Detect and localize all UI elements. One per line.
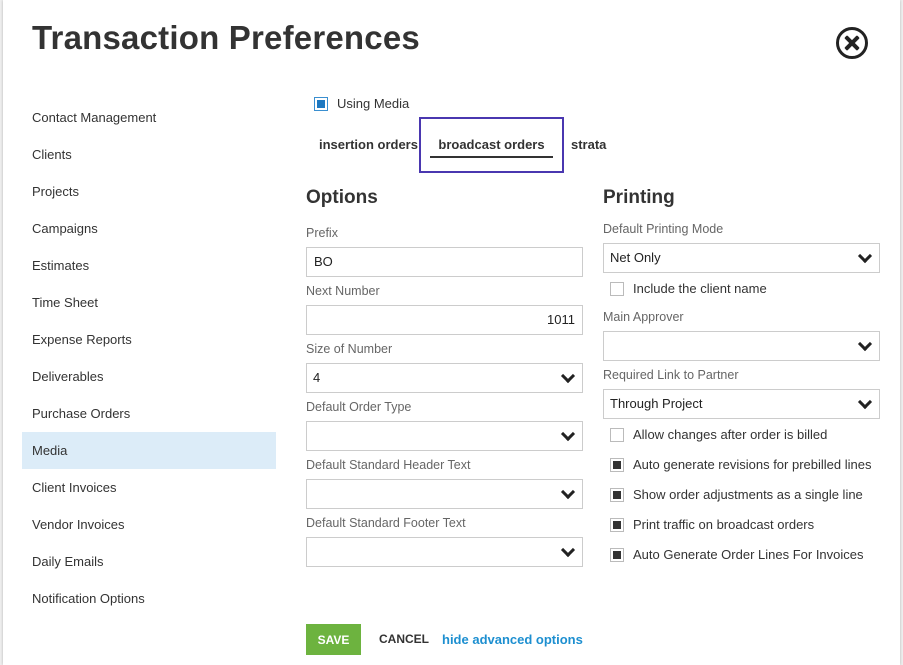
dialog-title: Transaction Preferences [32, 19, 420, 56]
auto-revisions-row[interactable]: Auto generate revisions for prebilled li… [610, 457, 871, 472]
sidebar-item-notification-options[interactable]: Notification Options [22, 580, 276, 617]
link-partner-label: Required Link to Partner [603, 368, 739, 382]
print-traffic-checkbox[interactable] [610, 517, 624, 532]
auto-order-lines-checkbox[interactable] [610, 547, 624, 562]
save-button[interactable]: SAVE [306, 624, 361, 655]
default-order-type-select[interactable] [306, 421, 583, 451]
tab-strata[interactable]: strata [571, 137, 606, 152]
print-traffic-label: Print traffic on broadcast orders [633, 517, 815, 532]
default-order-type-label: Default Order Type [306, 400, 412, 414]
sidebar-item-clients[interactable]: Clients [22, 136, 276, 173]
auto-order-lines-row[interactable]: Auto Generate Order Lines For Invoices [610, 547, 864, 562]
main-approver-select[interactable] [603, 331, 880, 361]
close-icon[interactable] [836, 27, 868, 59]
sidebar-item-deliverables[interactable]: Deliverables [22, 358, 276, 395]
single-line-adjustments-checkbox[interactable] [610, 487, 624, 502]
cancel-button[interactable]: CANCEL [379, 632, 429, 646]
tab-broadcast-orders[interactable]: broadcast orders [430, 137, 553, 152]
include-client-label: Include the client name [633, 281, 767, 296]
link-partner-value: Through Project [610, 396, 703, 411]
size-of-number-label: Size of Number [306, 342, 393, 356]
main-approver-label: Main Approver [603, 310, 684, 324]
auto-order-lines-label: Auto Generate Order Lines For Invoices [633, 547, 864, 562]
header-text-label: Default Standard Header Text [306, 458, 471, 472]
tab-insertion-orders[interactable]: insertion orders [319, 137, 418, 152]
chevron-down-icon [560, 484, 576, 500]
using-media-row[interactable]: Using Media [314, 96, 409, 111]
next-number-input[interactable]: 1011 [306, 305, 583, 335]
auto-revisions-label: Auto generate revisions for prebilled li… [633, 457, 872, 472]
prefix-label: Prefix [306, 226, 338, 240]
link-partner-select[interactable]: Through Project [603, 389, 880, 419]
chevron-down-icon [560, 368, 576, 384]
chevron-down-icon [560, 542, 576, 558]
chevron-down-icon [857, 394, 873, 410]
auto-revisions-checkbox[interactable] [610, 457, 624, 472]
size-of-number-value: 4 [313, 370, 321, 385]
header-text-select[interactable] [306, 479, 583, 509]
allow-changes-label: Allow changes after order is billed [633, 427, 828, 442]
sidebar-item-estimates[interactable]: Estimates [22, 247, 276, 284]
allow-changes-checkbox[interactable] [610, 427, 624, 442]
sidebar-item-expense-reports[interactable]: Expense Reports [22, 321, 276, 358]
tab-active-underline [430, 156, 553, 158]
single-line-adjustments-label: Show order adjustments as a single line [633, 487, 863, 502]
sidebar-item-vendor-invoices[interactable]: Vendor Invoices [22, 506, 276, 543]
print-traffic-row[interactable]: Print traffic on broadcast orders [610, 517, 814, 532]
include-client-row[interactable]: Include the client name [610, 281, 767, 296]
sidebar-item-time-sheet[interactable]: Time Sheet [22, 284, 276, 321]
printing-mode-value: Net Only [610, 250, 661, 265]
tab-broadcast-highlight: broadcast orders [419, 117, 564, 173]
sidebar-item-campaigns[interactable]: Campaigns [22, 210, 276, 247]
single-line-adjustments-row[interactable]: Show order adjustments as a single line [610, 487, 863, 502]
hide-advanced-options-link[interactable]: hide advanced options [442, 632, 583, 647]
sidebar-nav: Contact Management Clients Projects Camp… [22, 99, 276, 617]
next-number-label: Next Number [306, 284, 380, 298]
sidebar-item-daily-emails[interactable]: Daily Emails [22, 543, 276, 580]
sidebar-item-contact-management[interactable]: Contact Management [22, 99, 276, 136]
using-media-checkbox[interactable] [314, 96, 328, 111]
footer-text-select[interactable] [306, 537, 583, 567]
sidebar-item-projects[interactable]: Projects [22, 173, 276, 210]
chevron-down-icon [560, 426, 576, 442]
using-media-label: Using Media [337, 96, 410, 111]
footer-text-label: Default Standard Footer Text [306, 516, 466, 530]
include-client-checkbox[interactable] [610, 281, 624, 296]
sidebar-item-purchase-orders[interactable]: Purchase Orders [22, 395, 276, 432]
chevron-down-icon [857, 248, 873, 264]
size-of-number-select[interactable]: 4 [306, 363, 583, 393]
options-title: Options [306, 187, 378, 208]
printing-mode-label: Default Printing Mode [603, 222, 724, 236]
sidebar-item-media[interactable]: Media [22, 432, 276, 469]
chevron-down-icon [857, 336, 873, 352]
printing-mode-select[interactable]: Net Only [603, 243, 880, 273]
printing-title: Printing [603, 187, 675, 208]
allow-changes-row[interactable]: Allow changes after order is billed [610, 427, 827, 442]
sidebar-item-client-invoices[interactable]: Client Invoices [22, 469, 276, 506]
transaction-preferences-dialog: Transaction Preferences Contact Manageme… [3, 0, 900, 665]
prefix-input[interactable]: BO [306, 247, 583, 277]
